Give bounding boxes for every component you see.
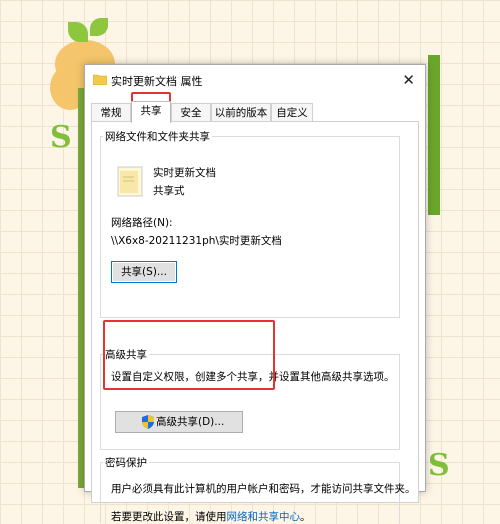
shared-item-state: 共享式	[153, 185, 185, 197]
shared-item-name: 实时更新文档	[153, 167, 216, 179]
network-sharing-group: 网络文件和文件夹共享 实时更新文档 共享式 网络路径(N): \\X6x8-20…	[100, 129, 400, 318]
folder-icon	[93, 74, 107, 85]
tab-strip: 常规 共享 安全 以前的版本 自定义	[91, 101, 419, 123]
advanced-sharing-highlight	[103, 320, 275, 390]
share-button[interactable]: 共享(S)...	[111, 261, 177, 283]
password-protection-group: 密码保护 用户必须具有此计算机的用户帐户和密码，才能访问共享文件夹。 若要更改此…	[100, 455, 416, 524]
tab-customize[interactable]: 自定义	[271, 103, 313, 122]
network-path-label: 网络路径(N):	[111, 217, 173, 229]
properties-dialog: 实时更新文档 属性 ✕ 常规 共享 安全 以前的版本 自定义 网络文件和文件夹共…	[84, 64, 426, 523]
network-sharing-legend: 网络文件和文件夹共享	[103, 129, 212, 144]
folder-icon	[117, 166, 143, 197]
window-title: 实时更新文档 属性	[111, 75, 203, 88]
tab-general[interactable]: 常规	[91, 103, 131, 122]
close-icon[interactable]: ✕	[402, 71, 415, 89]
tab-previous-versions[interactable]: 以前的版本	[211, 103, 271, 122]
title-bar: 实时更新文档 属性 ✕	[85, 65, 425, 95]
password-protection-legend: 密码保护	[103, 455, 149, 470]
network-path-value: \\X6x8-20211231ph\实时更新文档	[111, 235, 282, 247]
network-sharing-center-link[interactable]: 网络和共享中心	[227, 511, 301, 523]
change-setting-text: 若要更改此设置，请使用网络和共享中心。	[111, 509, 311, 524]
change-setting-suffix: 。	[300, 511, 311, 523]
password-protection-description: 用户必须具有此计算机的用户帐户和密码，才能访问共享文件夹。	[111, 483, 416, 495]
advanced-sharing-button-label: 高级共享(D)...	[156, 416, 225, 428]
change-setting-prefix: 若要更改此设置，请使用	[111, 511, 227, 523]
tab-sharing[interactable]: 共享	[131, 101, 171, 123]
shield-icon	[142, 415, 154, 429]
sharing-tab-panel: 网络文件和文件夹共享 实时更新文档 共享式 网络路径(N): \\X6x8-20…	[91, 121, 419, 523]
advanced-sharing-button[interactable]: 高级共享(D)...	[115, 411, 243, 433]
tab-security[interactable]: 安全	[171, 103, 211, 122]
